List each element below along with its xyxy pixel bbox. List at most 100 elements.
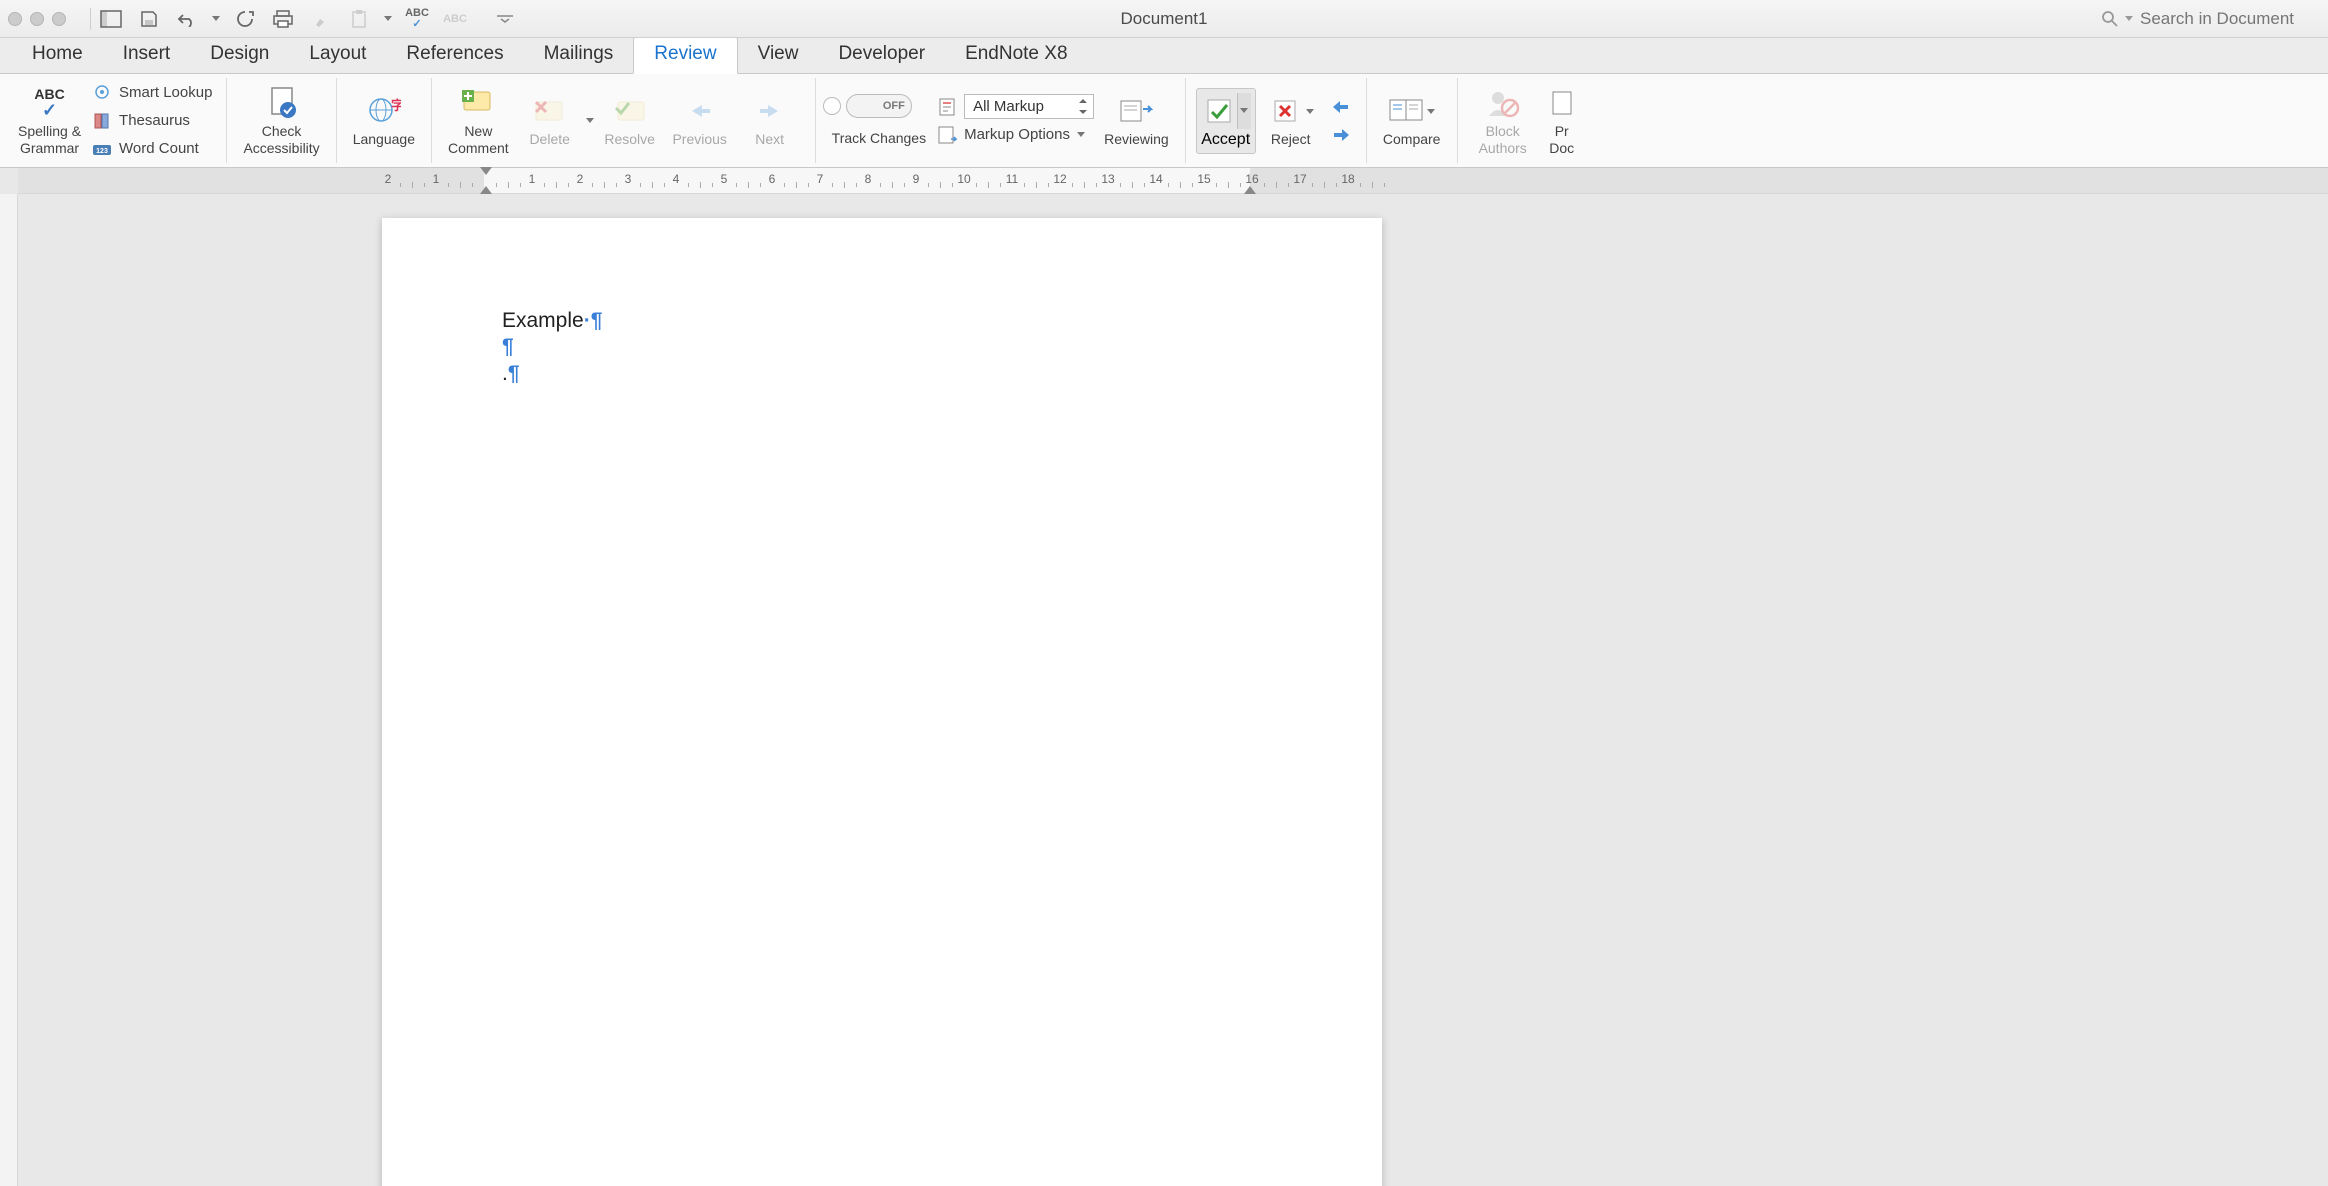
word-count-button[interactable]: 123 Word Count — [87, 135, 216, 163]
accessibility-icon — [264, 85, 300, 121]
book-icon — [91, 110, 113, 132]
clipboard-icon — [345, 5, 373, 33]
titlebar: ABC✓ ABC Document1 — [0, 0, 2328, 38]
accept-dropdown[interactable] — [1237, 93, 1251, 129]
search-dropdown[interactable] — [2124, 16, 2134, 21]
group-language: 字 Language — [337, 78, 432, 163]
quick-access-toolbar: ABC✓ ABC — [97, 5, 519, 33]
doc-view-icon[interactable] — [97, 5, 125, 33]
markup-mode-dropdown[interactable]: All Markup — [964, 94, 1094, 119]
compare-button[interactable]: Compare — [1377, 91, 1447, 149]
lightbulb-icon — [91, 82, 113, 104]
group-comments: New Comment Delete Resolve Previous Next — [432, 78, 816, 163]
tab-view[interactable]: View — [738, 37, 819, 73]
block-authors-button: Block Authors — [1468, 83, 1538, 157]
markup-options-button[interactable]: Markup Options — [932, 121, 1098, 149]
vertical-ruler[interactable] — [0, 194, 18, 1186]
group-protect: Block Authors Pr Doc — [1458, 78, 1596, 163]
spellcheck-small-icon[interactable]: ABC✓ — [403, 5, 431, 33]
doc-line-3[interactable]: .¶ — [502, 361, 1262, 387]
group-proofing: ABC✓ Spelling & Grammar Smart Lookup The… — [2, 78, 227, 163]
save-icon[interactable] — [135, 5, 163, 33]
previous-change-button[interactable] — [1326, 93, 1356, 121]
check-accessibility-button[interactable]: Check Accessibility — [237, 83, 325, 157]
tab-references[interactable]: References — [386, 37, 523, 73]
tab-home[interactable]: Home — [12, 37, 103, 73]
zoom-window[interactable] — [52, 12, 66, 26]
doc-line-2[interactable]: ¶ — [502, 334, 1262, 360]
arrow-right-icon — [752, 93, 788, 129]
workarea: Example·¶ ¶ .¶ — [0, 194, 2328, 1186]
page[interactable]: Example·¶ ¶ .¶ — [382, 218, 1382, 1186]
track-changes-button[interactable]: OFF Track Changes — [826, 92, 932, 148]
delete-comment-icon — [532, 93, 568, 129]
window-controls — [8, 12, 66, 26]
compare-icon — [1388, 93, 1424, 129]
reject-button[interactable]: Reject — [1256, 91, 1326, 149]
delete-dropdown[interactable] — [585, 118, 595, 123]
compare-dropdown[interactable] — [1426, 109, 1436, 114]
document-canvas[interactable]: Example·¶ ¶ .¶ — [18, 194, 2328, 1186]
svg-text:字: 字 — [391, 98, 401, 113]
prev-change-icon — [1330, 96, 1352, 118]
minimize-window[interactable] — [30, 12, 44, 26]
search-input[interactable] — [2140, 9, 2320, 29]
arrow-left-icon — [682, 93, 718, 129]
smart-lookup-button[interactable]: Smart Lookup — [87, 79, 216, 107]
count-icon: 123 — [91, 138, 113, 160]
abc-icon: ABC — [441, 5, 469, 33]
next-change-button[interactable] — [1326, 121, 1356, 149]
tab-developer[interactable]: Developer — [818, 37, 945, 73]
new-comment-icon — [460, 85, 496, 121]
search-icon — [2102, 11, 2118, 27]
resolve-comment-button: Resolve — [595, 91, 665, 149]
tab-mailings[interactable]: Mailings — [524, 37, 634, 73]
customize-qat[interactable] — [491, 5, 519, 33]
tab-insert[interactable]: Insert — [103, 37, 191, 73]
svg-text:123: 123 — [96, 148, 108, 155]
track-changes-toggle[interactable]: OFF — [846, 94, 912, 118]
block-authors-icon — [1485, 85, 1521, 121]
undo-dropdown[interactable] — [211, 16, 221, 21]
new-comment-button[interactable]: New Comment — [442, 83, 515, 157]
redo-icon[interactable] — [231, 5, 259, 33]
group-compare: Compare — [1367, 78, 1458, 163]
accept-icon — [1201, 93, 1237, 129]
markup-doc-icon — [936, 96, 958, 118]
paintbrush-icon — [307, 5, 335, 33]
next-change-icon — [1330, 124, 1352, 146]
reviewing-pane-button[interactable]: Reviewing — [1098, 91, 1175, 149]
tab-endnote[interactable]: EndNote X8 — [945, 37, 1087, 73]
proofing-tools: Smart Lookup Thesaurus 123 Word Count — [87, 79, 216, 163]
undo-icon[interactable] — [173, 5, 201, 33]
tab-review[interactable]: Review — [633, 36, 737, 74]
spellcheck-icon: ABC✓ — [32, 85, 68, 121]
tab-design[interactable]: Design — [190, 37, 289, 73]
ribbon: ABC✓ Spelling & Grammar Smart Lookup The… — [0, 74, 2328, 168]
resolve-icon — [612, 93, 648, 129]
delete-comment-button: Delete — [515, 91, 585, 149]
reviewing-icon — [1118, 93, 1154, 129]
language-button[interactable]: 字 Language — [347, 91, 421, 149]
doc-line-1[interactable]: Example·¶ — [502, 308, 1262, 334]
search-box[interactable] — [2102, 9, 2320, 29]
spelling-grammar-button[interactable]: ABC✓ Spelling & Grammar — [12, 83, 87, 157]
markup-options-icon — [936, 124, 958, 146]
protect-document-button[interactable]: Pr Doc — [1538, 83, 1586, 157]
tab-layout[interactable]: Layout — [289, 37, 386, 73]
close-window[interactable] — [8, 12, 22, 26]
clipboard-dropdown[interactable] — [383, 16, 393, 21]
thesaurus-button[interactable]: Thesaurus — [87, 107, 216, 135]
group-accessibility: Check Accessibility — [227, 78, 336, 163]
reject-dropdown[interactable] — [1305, 109, 1315, 114]
print-icon[interactable] — [269, 5, 297, 33]
next-comment-button: Next — [735, 91, 805, 149]
group-tracking: OFF Track Changes All Markup Markup Opti… — [816, 78, 1186, 163]
lock-icon — [1544, 85, 1580, 121]
group-changes: Accept Reject — [1186, 78, 1367, 163]
accept-button[interactable]: Accept — [1196, 88, 1256, 154]
horizontal-ruler[interactable]: 21123456789101112131415161718 — [18, 168, 2328, 194]
document-title: Document1 — [1121, 9, 1208, 29]
ribbon-tabs: Home Insert Design Layout References Mai… — [0, 38, 2328, 74]
globe-icon: 字 — [366, 93, 402, 129]
